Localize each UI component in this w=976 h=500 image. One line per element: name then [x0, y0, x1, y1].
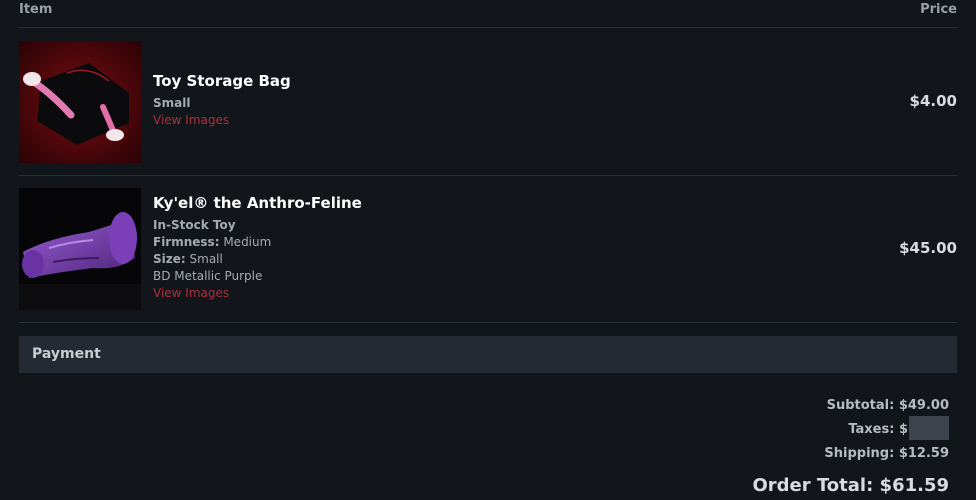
- variant-label: Small: [153, 96, 191, 110]
- redacted-tax-value: [909, 415, 949, 440]
- product-title[interactable]: Toy Storage Bag: [153, 72, 291, 90]
- order-table-header: Item Price: [19, 0, 957, 28]
- firmness-label: Firmness:: [153, 235, 220, 249]
- shipping-line: Shipping: $12.59: [824, 446, 949, 461]
- taxes-label: Taxes: $: [848, 422, 908, 437]
- size-label: Size:: [153, 252, 186, 266]
- item-price: $4.00: [909, 92, 957, 110]
- variant-label: In-Stock Toy: [153, 218, 236, 232]
- order-total: Order Total: $61.59: [752, 475, 949, 496]
- item-details: Toy Storage Bag Small View Images: [153, 72, 291, 129]
- payment-section-header: Payment: [19, 336, 957, 373]
- table-row: Ky'el® the Anthro-Feline In-Stock Toy Fi…: [19, 176, 957, 323]
- item-column-header: Item: [19, 2, 53, 17]
- price-column-header: Price: [920, 2, 957, 17]
- product-title[interactable]: Ky'el® the Anthro-Feline: [153, 194, 362, 212]
- color-line: BD Metallic Purple: [153, 269, 263, 283]
- firmness-line: Firmness: Medium: [153, 234, 362, 251]
- taxes-line: Taxes: $: [752, 415, 949, 442]
- firmness-value: Medium: [223, 235, 272, 249]
- table-row: Toy Storage Bag Small View Images $4.00: [19, 29, 957, 176]
- subtotal-line: Subtotal: $49.00: [826, 398, 949, 413]
- item-details: Ky'el® the Anthro-Feline In-Stock Toy Fi…: [153, 194, 362, 302]
- size-value: Small: [189, 252, 223, 266]
- view-images-link[interactable]: View Images: [153, 112, 291, 129]
- storage-bag-image[interactable]: [19, 41, 141, 163]
- payment-heading: Payment: [32, 346, 101, 362]
- item-price: $45.00: [899, 239, 957, 257]
- size-line: Size: Small: [153, 251, 362, 268]
- purple-toy-image[interactable]: [19, 188, 141, 310]
- view-images-link[interactable]: View Images: [153, 285, 362, 302]
- order-totals: Subtotal: $49.00 Taxes: $ Shipping: $12.…: [752, 394, 949, 500]
